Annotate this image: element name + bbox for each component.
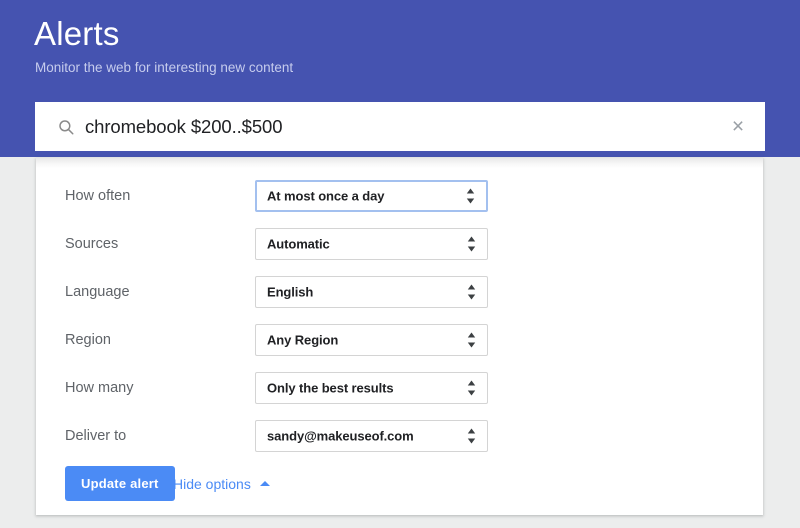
search-icon <box>57 118 75 136</box>
form-actions: Update alert Hide options <box>36 466 763 506</box>
update-alert-button[interactable]: Update alert <box>65 466 175 501</box>
search-input[interactable] <box>85 102 735 151</box>
option-select-value: At most once a day <box>267 188 385 204</box>
option-label: Sources <box>65 236 119 252</box>
card-top-shadow <box>36 158 763 168</box>
option-select[interactable]: Automatic <box>255 228 488 260</box>
option-row: Region Any Region <box>36 324 763 356</box>
spinner-arrows-icon[interactable] <box>467 284 476 300</box>
spinner-arrows-icon[interactable] <box>467 332 476 348</box>
page-header: Alerts Monitor the web for interesting n… <box>0 0 800 157</box>
option-select-value: Automatic <box>267 236 330 252</box>
option-row: Deliver to sandy@makeuseof.com <box>36 420 763 452</box>
alert-options-card: How often At most once a day Sources Automa… <box>36 158 763 515</box>
option-select-value: English <box>267 284 314 300</box>
option-label: Deliver to <box>65 428 127 444</box>
option-select-value: Any Region <box>267 332 339 348</box>
hide-options-toggle[interactable]: Hide options <box>173 466 270 501</box>
spinner-arrows-icon[interactable] <box>467 428 476 444</box>
option-row: Sources Automatic <box>36 228 763 260</box>
hide-options-label: Hide options <box>173 475 251 492</box>
spinner-arrows-icon[interactable] <box>467 380 476 396</box>
option-select[interactable]: sandy@makeuseof.com <box>255 420 488 452</box>
option-select[interactable]: Only the best results <box>255 372 488 404</box>
spinner-arrows-icon[interactable] <box>467 236 476 252</box>
page-subtitle: Monitor the web for interesting new cont… <box>35 60 294 75</box>
option-select[interactable]: Any Region <box>255 324 488 356</box>
option-label: Language <box>65 284 130 300</box>
close-icon[interactable]: × <box>725 114 751 140</box>
option-label: How often <box>65 188 131 204</box>
caret-up-icon <box>259 481 270 486</box>
page-title: Alerts <box>34 15 120 52</box>
spinner-arrows-icon[interactable] <box>466 188 475 204</box>
option-label: How many <box>65 380 134 396</box>
option-select-value: sandy@makeuseof.com <box>267 428 414 444</box>
option-row: How many Only the best results <box>36 372 763 404</box>
option-select-value: Only the best results <box>267 380 394 396</box>
alerts-page: Alerts Monitor the web for interesting n… <box>0 0 800 528</box>
alert-query-box[interactable]: × <box>35 102 765 151</box>
option-select[interactable]: English <box>255 276 488 308</box>
option-label: Region <box>65 332 111 348</box>
option-row: Language English <box>36 276 763 308</box>
option-select[interactable]: At most once a day <box>255 180 488 212</box>
option-row: How often At most once a day <box>36 180 763 212</box>
